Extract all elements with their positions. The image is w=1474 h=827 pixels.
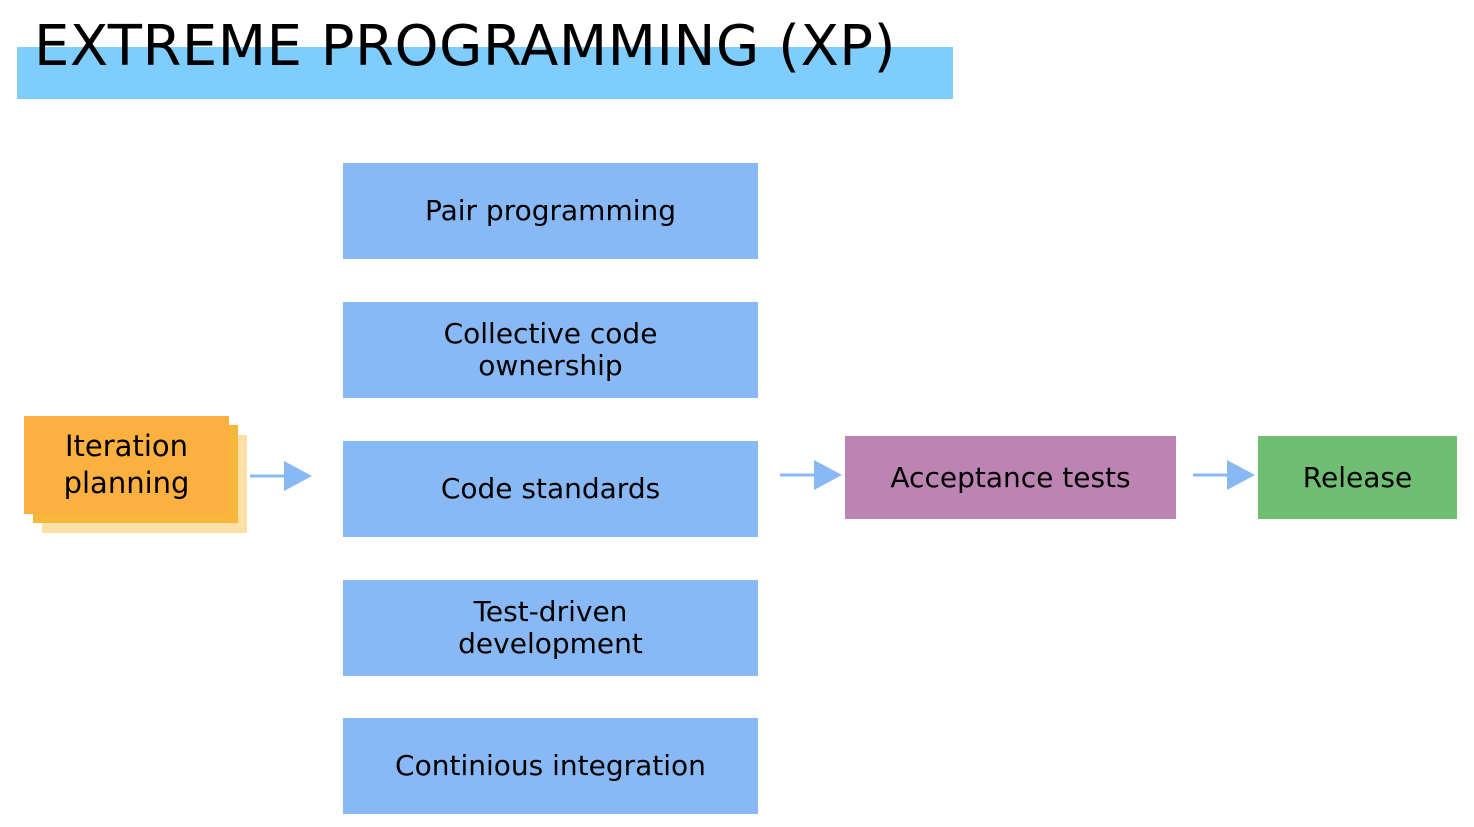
page-title: EXTREME PROGRAMMING (XP): [34, 14, 896, 79]
practice-label: Test-driven development: [458, 595, 643, 660]
release-label: Release: [1302, 460, 1413, 494]
practice-label: Pair programming: [424, 194, 677, 227]
practice-test-driven-development: Test-driven development: [343, 580, 758, 676]
practice-label: Continious integration: [395, 749, 706, 782]
iteration-planning-label: Iteration planning: [63, 429, 190, 500]
arrow-planning-to-practices: [250, 461, 312, 491]
practice-pair-programming: Pair programming: [343, 163, 758, 259]
iteration-planning-box: Iteration planning: [24, 416, 229, 514]
practice-label: Collective code ownership: [443, 317, 658, 382]
arrow-acceptance-to-release: [1193, 460, 1255, 490]
practice-collective-code-ownership: Collective code ownership: [343, 302, 758, 398]
acceptance-tests-label: Acceptance tests: [890, 460, 1131, 494]
practice-label: Code standards: [440, 472, 661, 505]
practice-code-standards: Code standards: [343, 441, 758, 537]
practice-continious-integration: Continious integration: [343, 718, 758, 814]
release-box: Release: [1258, 436, 1457, 519]
arrow-practices-to-acceptance: [780, 460, 842, 490]
acceptance-tests-box: Acceptance tests: [845, 436, 1176, 519]
